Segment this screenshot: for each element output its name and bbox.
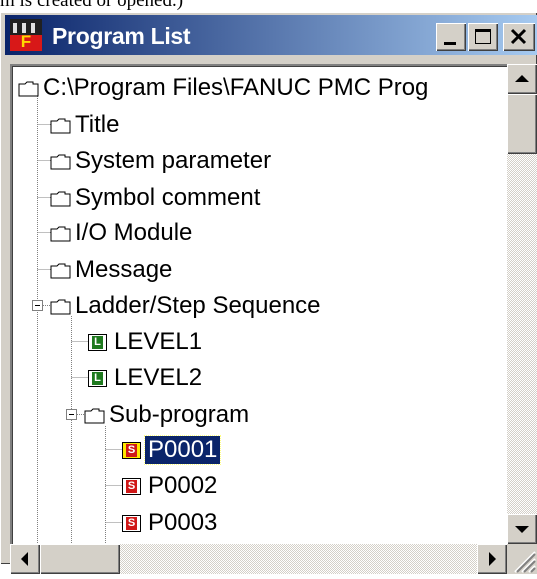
sub-program-icon: S	[122, 477, 141, 495]
tree-item-label: LEVEL1	[114, 328, 203, 355]
tree-item-label-selected: P0001	[143, 435, 222, 465]
tree-item-p0002[interactable]: S P0002	[122, 469, 220, 503]
tree-item-level1[interactable]: L LEVEL1	[88, 325, 205, 359]
tree-item-label: Title	[75, 111, 120, 138]
scroll-right-button[interactable]	[477, 544, 507, 574]
folder-icon	[50, 191, 71, 206]
tree-item-label: LEVEL2	[114, 364, 203, 391]
document-caption: m is created or opened.)	[0, 0, 537, 12]
arrow-right-icon	[489, 552, 496, 566]
scroll-up-button[interactable]	[507, 64, 537, 94]
program-tree[interactable]: C:\Program Files\FANUC PMC Prog Title Sy…	[10, 64, 507, 544]
tree-item-title[interactable]: Title	[50, 108, 122, 142]
tree-item-label: System parameter	[75, 147, 272, 174]
scroll-left-button[interactable]	[10, 544, 40, 574]
folder-icon	[50, 154, 71, 169]
close-icon	[510, 28, 527, 45]
tree-item-message[interactable]: Message	[50, 253, 175, 287]
folder-open-icon	[50, 299, 71, 314]
tree-item-label: P0003	[148, 509, 218, 536]
collapse-toggle-sub-program[interactable]	[66, 409, 77, 420]
tree-item-p0001[interactable]: S P0001	[122, 433, 222, 467]
tree-item-label: Symbol comment	[75, 184, 261, 211]
horizontal-scroll-thumb[interactable]	[40, 544, 120, 574]
minimize-button[interactable]	[436, 23, 466, 51]
tree-item-label: I/O Module	[75, 219, 193, 246]
minimize-icon	[444, 42, 456, 45]
maximize-icon	[475, 29, 491, 44]
tree-item-system-parameter[interactable]: System parameter	[50, 144, 274, 178]
ladder-level-icon: L	[88, 369, 107, 387]
sub-program-icon: S	[122, 514, 141, 532]
folder-icon	[50, 226, 71, 241]
tree-item-level2[interactable]: L LEVEL2	[88, 361, 205, 395]
arrow-down-icon	[515, 526, 529, 533]
sub-program-icon: S	[122, 441, 141, 459]
tree-item-symbol-comment[interactable]: Symbol comment	[50, 181, 263, 215]
fanuc-app-icon: F	[10, 19, 42, 51]
scroll-down-button[interactable]	[507, 514, 537, 544]
close-button[interactable]	[503, 23, 535, 51]
tree-item-sub-program[interactable]: Sub-program	[84, 398, 252, 432]
caption-text: m is created or opened.)	[0, 0, 184, 11]
tree-root-label: C:\Program Files\FANUC PMC Prog	[43, 74, 429, 101]
resize-grip-icon	[514, 551, 536, 573]
tree-root[interactable]: C:\Program Files\FANUC PMC Prog	[18, 71, 431, 105]
vertical-scroll-thumb[interactable]	[507, 94, 537, 154]
folder-icon	[50, 263, 71, 278]
tree-item-label: Message	[75, 256, 173, 283]
tree-item-ladder-step-sequence[interactable]: Ladder/Step Sequence	[50, 289, 324, 323]
ladder-level-icon: L	[88, 333, 107, 351]
tree-item-p0003[interactable]: S P0003	[122, 506, 220, 540]
program-list-window: F Program List C:\Program Files\FANUC PM…	[0, 12, 537, 574]
collapse-toggle-ladder[interactable]	[32, 300, 43, 311]
tree-item-label: P0002	[148, 472, 218, 499]
window-title: Program List	[52, 23, 191, 49]
tree-item-label: Sub-program	[109, 401, 250, 428]
title-bar[interactable]: F Program List	[5, 15, 537, 55]
folder-icon	[50, 118, 71, 133]
folder-open-icon	[84, 408, 105, 423]
vertical-scrollbar[interactable]	[507, 64, 537, 544]
folder-icon	[18, 81, 39, 96]
horizontal-scrollbar[interactable]	[10, 544, 507, 574]
maximize-button[interactable]	[468, 23, 498, 51]
tree-item-io-module[interactable]: I/O Module	[50, 216, 195, 250]
arrow-left-icon	[21, 552, 28, 566]
app-icon-letter: F	[20, 32, 32, 51]
arrow-up-icon	[515, 75, 529, 82]
resize-grip[interactable]	[507, 544, 537, 574]
tree-item-label: Ladder/Step Sequence	[75, 292, 321, 319]
